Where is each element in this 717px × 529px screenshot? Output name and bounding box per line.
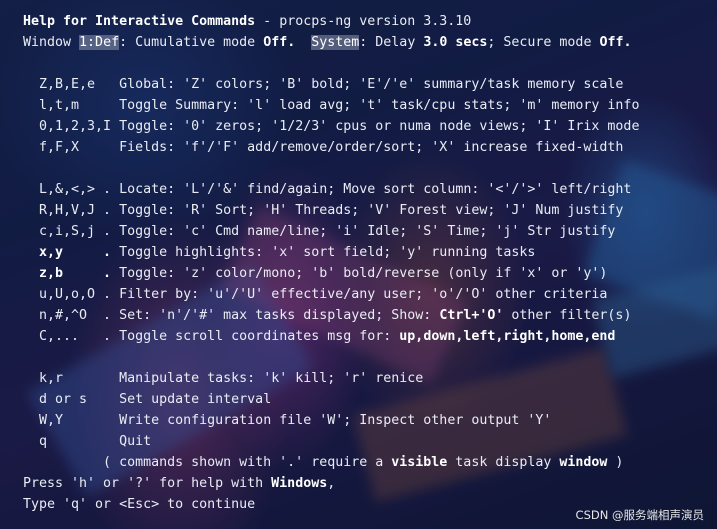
help-row: 0,1,2,3,I Toggle: '0' zeros; '1/2/3' cpu… xyxy=(23,116,639,137)
help-description: Write configuration file 'W'; Inspect ot… xyxy=(119,413,552,428)
help-row: C,... . Toggle scroll coordinates msg fo… xyxy=(23,326,615,347)
help-row: Z,B,E,e Global: 'Z' colors; 'B' bold; 'E… xyxy=(23,74,623,95)
help-keys: c,i,S,j . xyxy=(39,224,112,239)
press-text: , xyxy=(327,476,336,491)
help-keys: x,y . xyxy=(39,245,112,260)
help-description: Toggle: 'z' color/mono; 'b' bold/reverse… xyxy=(119,266,608,281)
help-description: Filter by: 'u'/'U' effective/any user; '… xyxy=(119,287,608,302)
secure-label: ; Secure mode xyxy=(487,35,600,50)
help-description: Toggle Summary: 'l' load avg; 't' task/c… xyxy=(119,98,640,113)
note-text: task display xyxy=(447,455,560,470)
press-text: Press 'h' or '?' for help with xyxy=(23,476,272,491)
help-keys: 0,1,2,3,I xyxy=(39,119,112,134)
help-row: L,&,<,> . Locate: 'L'/'&' find/again; Mo… xyxy=(23,179,631,200)
help-keys: f,F,X xyxy=(39,140,112,155)
press-help-line: Press 'h' or '?' for help with Windows, xyxy=(23,473,335,494)
help-description: Quit xyxy=(119,434,152,449)
help-description-bold: Ctrl+'O' xyxy=(439,308,504,323)
help-row: l,t,m Toggle Summary: 'l' load avg; 't' … xyxy=(23,95,639,116)
help-keys: n,#,^O . xyxy=(39,308,112,323)
cumulative-label: : Cumulative mode xyxy=(119,35,264,50)
delay-label: : Delay xyxy=(359,35,424,50)
help-description-bold: up,down,left,right,home,end xyxy=(399,329,616,344)
delay-value: 3.0 secs xyxy=(423,35,488,50)
help-keys: z,b . xyxy=(39,266,112,281)
help-keys: l,t,m xyxy=(39,98,112,113)
help-description: Toggle highlights: 'x' sort field; 'y' r… xyxy=(119,245,536,260)
help-keys: C,... . xyxy=(39,329,112,344)
help-keys: d or s xyxy=(39,392,112,407)
help-description: Locate: 'L'/'&' find/again; Move sort co… xyxy=(119,182,632,197)
help-description: Manipulate tasks: 'k' kill; 'r' renice xyxy=(119,371,424,386)
secure-value: Off. xyxy=(599,35,632,50)
help-keys: R,H,V,J . xyxy=(39,203,112,218)
help-row: q Quit xyxy=(23,431,151,452)
note-text: ) xyxy=(607,455,624,470)
help-description: Toggle: 'R' Sort; 'H' Threads; 'V' Fores… xyxy=(119,203,624,218)
csdn-watermark: CSDN @服务端相声演员 xyxy=(575,508,704,522)
help-keys: L,&,<,> . xyxy=(39,182,112,197)
help-row: x,y . Toggle highlights: 'x' sort field;… xyxy=(23,242,535,263)
window-name: 1:Def xyxy=(79,35,120,50)
note-text: ( commands shown with '.' require a xyxy=(23,455,392,470)
help-keys: k,r xyxy=(39,371,112,386)
help-keys: u,U,o,O . xyxy=(39,287,112,302)
help-row: n,#,^O . Set: 'n'/'#' max tasks displaye… xyxy=(23,305,631,326)
terminal-window[interactable]: Help for Interactive Commands - procps-n… xyxy=(0,0,717,529)
help-description: Toggle: 'c' Cmd name/line; 'i' Idle; 'S'… xyxy=(119,224,616,239)
help-description: other filter(s) xyxy=(503,308,632,323)
help-row: d or s Set update interval xyxy=(23,389,271,410)
help-description: Set update interval xyxy=(119,392,272,407)
help-row: k,r Manipulate tasks: 'k' kill; 'r' reni… xyxy=(23,368,423,389)
help-row: u,U,o,O . Filter by: 'u'/'U' effective/a… xyxy=(23,284,607,305)
help-row: f,F,X Fields: 'f'/'F' add/remove/order/s… xyxy=(23,137,623,158)
help-keys: Z,B,E,e xyxy=(39,77,112,92)
note-bold: visible xyxy=(391,455,448,470)
system-label: System xyxy=(311,35,360,50)
help-description: Global: 'Z' colors; 'B' bold; 'E'/'e' su… xyxy=(119,77,624,92)
window-label: Window xyxy=(23,35,80,50)
help-row: R,H,V,J . Toggle: 'R' Sort; 'H' Threads;… xyxy=(23,200,623,221)
help-description: Toggle scroll coordinates msg for: xyxy=(119,329,400,344)
help-row: W,Y Write configuration file 'W'; Inspec… xyxy=(23,410,551,431)
commands-note: ( commands shown with '.' require a visi… xyxy=(23,452,623,473)
help-row: z,b . Toggle: 'z' color/mono; 'b' bold/r… xyxy=(23,263,607,284)
help-keys: W,Y xyxy=(39,413,112,428)
press-bold: Windows xyxy=(271,476,328,491)
cumulative-value: Off. xyxy=(263,35,296,50)
help-title-line: Help for Interactive Commands - procps-n… xyxy=(23,11,471,32)
help-description: Toggle: '0' zeros; '1/2/3' cpus or numa … xyxy=(119,119,640,134)
note-bold: window xyxy=(559,455,608,470)
help-description: Set: 'n'/'#' max tasks displayed; Show: xyxy=(119,308,440,323)
help-description: Fields: 'f'/'F' add/remove/order/sort; '… xyxy=(119,140,624,155)
window-status-line: Window 1:Def: Cumulative mode Off. Syste… xyxy=(23,32,631,53)
help-title: Help for Interactive Commands xyxy=(23,14,256,29)
version-text: - procps-ng version 3.3.10 xyxy=(255,14,472,29)
continue-line: Type 'q' or <Esc> to continue xyxy=(23,497,256,512)
help-keys: q xyxy=(39,434,112,449)
help-row: c,i,S,j . Toggle: 'c' Cmd name/line; 'i'… xyxy=(23,221,615,242)
